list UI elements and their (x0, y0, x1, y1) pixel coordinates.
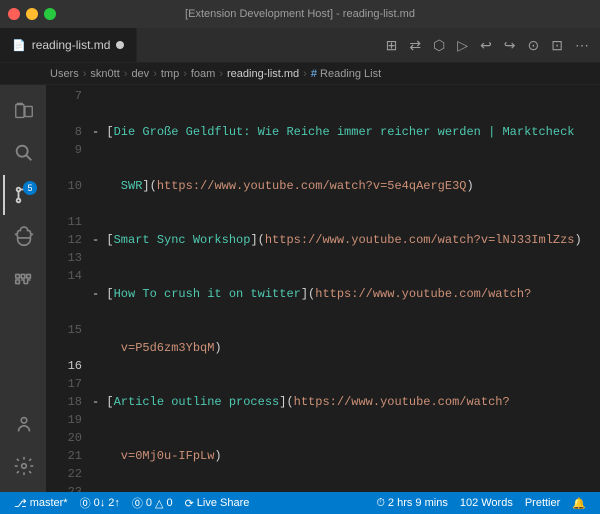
git-branch[interactable]: ⎇ master* (8, 492, 74, 514)
time-label: 2 hrs 9 mins (388, 497, 448, 509)
sidebar-item-debug[interactable] (3, 217, 43, 257)
minimize-button[interactable] (26, 8, 38, 20)
prettier-label: Prettier (525, 497, 560, 509)
code-line-7: - [Die Große Geldflut: Wie Reiche immer … (92, 123, 600, 141)
prettier-button[interactable]: Prettier (519, 492, 566, 514)
more-actions-icon[interactable]: ⋯ (572, 35, 592, 56)
window-title: [Extension Development Host] - reading-l… (185, 8, 415, 20)
breadcrumb-users[interactable]: Users (50, 68, 79, 80)
sidebar-item-account[interactable] (3, 404, 43, 444)
code-content[interactable]: - [Die Große Geldflut: Wie Reiche immer … (92, 85, 600, 492)
sidebar-item-git[interactable]: 5 (3, 175, 43, 215)
maximize-button[interactable] (44, 8, 56, 20)
sync-icon: ⓪ (80, 495, 91, 511)
tab-filename: reading-list.md (32, 38, 111, 52)
code-line-9b: v=P5d6zm3YbqM) (92, 339, 600, 357)
editor-area[interactable]: 7 8 9 10 11 12 13 14 15 16 17 18 19 20 2… (46, 85, 600, 492)
git-badge: 5 (23, 181, 37, 195)
word-count[interactable]: 102 Words (454, 492, 519, 514)
go-forward-icon[interactable]: ↪ (501, 35, 519, 56)
code-line-10b: v=0Mj0u-IFpLw) (92, 447, 600, 465)
breadcrumb-foam[interactable]: foam (191, 68, 215, 80)
breadcrumb-heading[interactable]: # Reading List (311, 68, 381, 80)
breadcrumb-tmp[interactable]: tmp (161, 68, 179, 80)
activity-bar: 5 (0, 85, 46, 492)
breadcrumb-dev[interactable]: dev (131, 68, 149, 80)
code-line-9: - [How To crush it on twitter](https://w… (92, 285, 600, 303)
title-bar: [Extension Development Host] - reading-l… (0, 0, 600, 28)
warning-label: 0 (166, 497, 172, 509)
traffic-lights (8, 8, 56, 20)
breadcrumb: Users › skn0tt › dev › tmp › foam › read… (0, 63, 600, 85)
code-line-7b: SWR](https://www.youtube.com/watch?v=5e4… (92, 177, 600, 195)
split-editor-icon[interactable]: ⊞ (383, 35, 401, 56)
error-icon: ⓪ (132, 495, 143, 511)
sidebar-item-explorer[interactable] (3, 91, 43, 131)
main-area: 5 7 8 9 10 11 12 13 (0, 85, 600, 492)
file-icon: 📄 (12, 39, 26, 52)
notifications-button[interactable]: 🔔 (566, 492, 592, 514)
status-bar: ⎇ master* ⓪ 0↓ 2↑ ⓪ 0 △ 0 ⟳ Live Share ⏱… (0, 492, 600, 514)
error-count[interactable]: ⓪ 0 △ 0 (126, 492, 179, 514)
liveshare-icon: ⟳ (185, 497, 194, 510)
breadcrumb-filename[interactable]: reading-list.md (227, 68, 299, 80)
run-icon[interactable]: ▷ (454, 35, 471, 56)
clock-icon: ⏱ (376, 497, 385, 510)
sync-status[interactable]: ⓪ 0↓ 2↑ (74, 492, 126, 514)
branch-icon: ⎇ (14, 497, 27, 510)
breadcrumb-skn0tt[interactable]: skn0tt (90, 68, 119, 80)
editor-toolbar: ⊞ ⇄ ⬡ ▷ ↩ ↪ ⊙ ⊡ ⋯ (375, 28, 600, 62)
sidebar-item-extensions[interactable] (3, 259, 43, 299)
sidebar-item-settings[interactable] (3, 446, 43, 486)
error-label: 0 (146, 497, 152, 509)
liveshare-button[interactable]: ⟳ Live Share (179, 492, 256, 514)
liveshare-label: Live Share (197, 497, 250, 509)
sync-up: 2↑ (108, 497, 120, 509)
line-numbers: 7 8 9 10 11 12 13 14 15 16 17 18 19 20 2… (46, 85, 92, 492)
code-line-10: - [Article outline process](https://www.… (92, 393, 600, 411)
source-control-icon[interactable]: ⬡ (430, 35, 448, 56)
split-down-icon[interactable]: ⊡ (548, 35, 566, 56)
toggle-sidebar-icon[interactable]: ⇄ (406, 35, 424, 56)
time-tracked[interactable]: ⏱ 2 hrs 9 mins (370, 492, 454, 514)
editor-tab[interactable]: 📄 reading-list.md (0, 28, 137, 62)
unsaved-indicator (116, 41, 124, 49)
breadcrumb-heading-text: Reading List (320, 68, 381, 80)
sidebar-item-search[interactable] (3, 133, 43, 173)
activity-bottom (3, 404, 43, 492)
branch-label: master* (30, 497, 68, 509)
close-button[interactable] (8, 8, 20, 20)
warning-icon: △ (155, 497, 163, 510)
word-count-label: 102 Words (460, 497, 513, 509)
code-line-8: - [Smart Sync Workshop](https://www.yout… (92, 231, 600, 249)
open-changes-icon[interactable]: ⊙ (525, 35, 543, 56)
tab-bar: 📄 reading-list.md ⊞ ⇄ ⬡ ▷ ↩ ↪ ⊙ ⊡ ⋯ (0, 28, 600, 63)
bell-icon: 🔔 (572, 497, 586, 510)
go-back-icon[interactable]: ↩ (477, 35, 495, 56)
sync-down: 0↓ (94, 497, 106, 509)
